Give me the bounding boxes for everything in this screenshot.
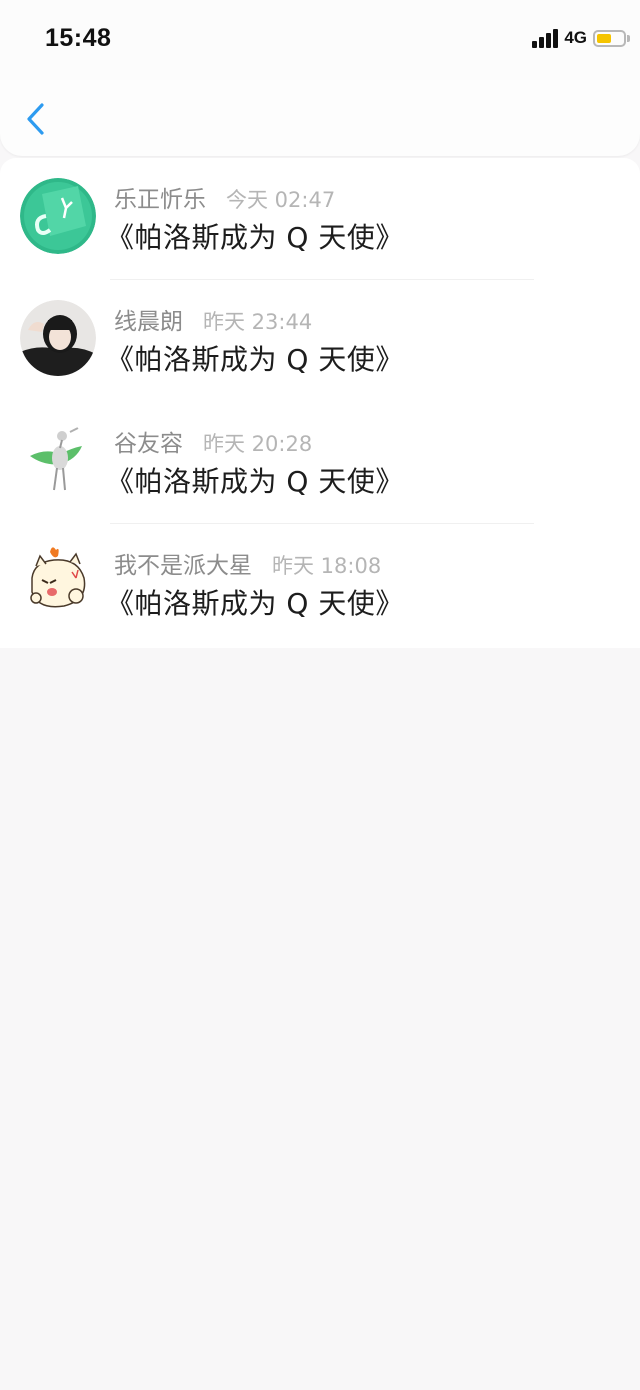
nav-bar [0, 80, 640, 156]
avatar[interactable] [20, 300, 96, 376]
message-text: 《帕洛斯成为 Q 天使》 [106, 343, 404, 376]
message-meta: 乐正忻乐 今天 02:47 [114, 180, 335, 214]
avatar-image [20, 422, 96, 498]
message-item[interactable]: 我不是派大星 昨天 18:08 《帕洛斯成为 Q 天使》 [0, 524, 640, 648]
message-text: 《帕洛斯成为 Q 天使》 [106, 465, 404, 498]
message-time: 昨天 20:28 [203, 432, 313, 456]
back-button[interactable] [24, 102, 48, 136]
message-item[interactable]: 谷友容 昨天 20:28 《帕洛斯成为 Q 天使》 [0, 402, 640, 524]
message-time: 昨天 18:08 [272, 554, 382, 578]
sender-name[interactable]: 乐正忻乐 [114, 180, 206, 214]
sender-name[interactable]: 线晨朗 [114, 302, 183, 336]
network-type: 4G [564, 28, 587, 47]
avatar-image [20, 300, 96, 376]
message-time: 昨天 23:44 [203, 310, 313, 334]
sender-name[interactable]: 谷友容 [114, 424, 183, 458]
message-time: 今天 02:47 [226, 188, 336, 212]
message-text: 《帕洛斯成为 Q 天使》 [106, 221, 404, 254]
message-list: 乐正忻乐 今天 02:47 《帕洛斯成为 Q 天使》 线晨朗 昨天 23:44 … [0, 158, 640, 648]
battery-icon [593, 29, 626, 47]
avatar[interactable] [20, 178, 96, 254]
status-bar: 15:48 4G [0, 0, 640, 80]
status-time: 15:48 [45, 24, 112, 52]
status-indicators: 4G [532, 28, 630, 48]
signal-bars-icon [532, 28, 559, 48]
avatar-image [20, 178, 96, 254]
message-text: 《帕洛斯成为 Q 天使》 [106, 587, 404, 620]
avatar-image [20, 544, 96, 620]
message-meta: 线晨朗 昨天 23:44 [114, 302, 312, 336]
message-meta: 谷友容 昨天 20:28 [114, 424, 312, 458]
battery-level [597, 33, 611, 43]
message-item[interactable]: 乐正忻乐 今天 02:47 《帕洛斯成为 Q 天使》 [0, 158, 640, 280]
message-item[interactable]: 线晨朗 昨天 23:44 《帕洛斯成为 Q 天使》 [0, 280, 640, 402]
chevron-left-icon [27, 103, 44, 135]
battery-tip [627, 34, 630, 42]
avatar[interactable] [20, 422, 96, 498]
message-meta: 我不是派大星 昨天 18:08 [114, 546, 381, 580]
avatar[interactable] [20, 544, 96, 620]
sender-name[interactable]: 我不是派大星 [114, 546, 252, 580]
